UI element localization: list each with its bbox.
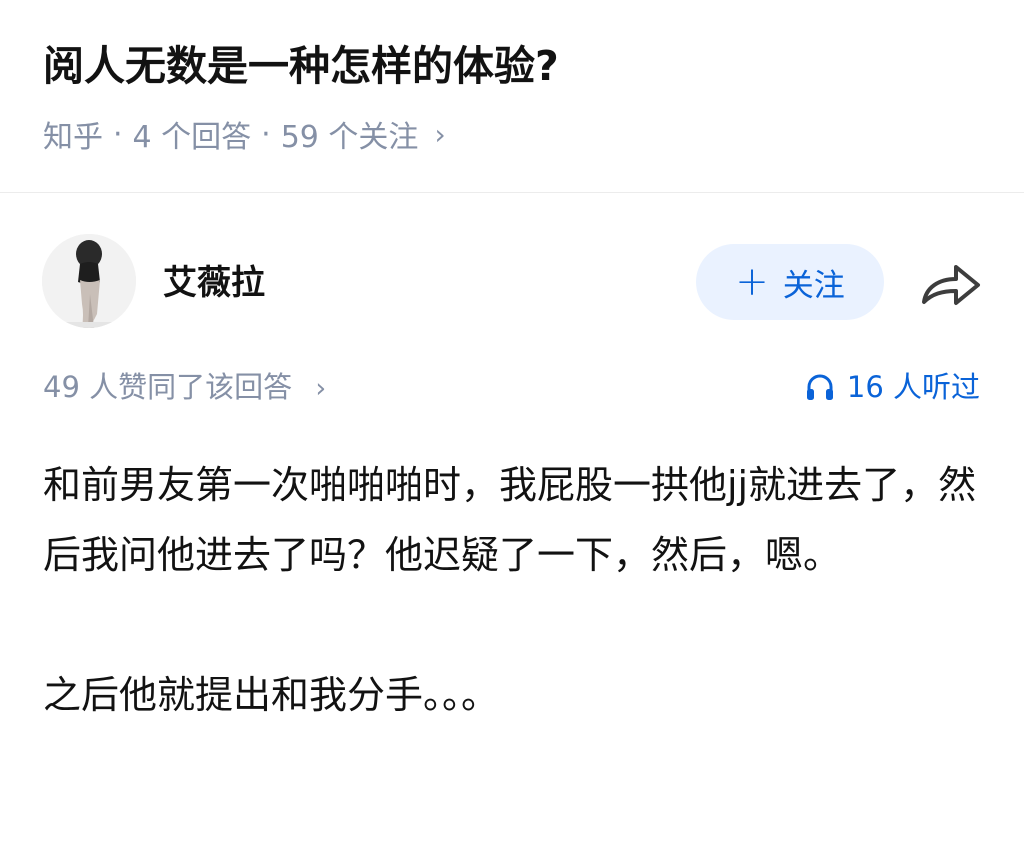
answer-page: 阅人无数是一种怎样的体验? 知乎 · 4 个回答 · 59 个关注 › 艾薇拉 …: [0, 0, 1024, 868]
approvals-link[interactable]: 49 人赞同了该回答 ›: [43, 364, 326, 412]
answer-count: 4 个回答: [132, 120, 252, 155]
avatar-photo-icon: [42, 234, 136, 328]
plus-icon: +: [735, 259, 769, 305]
meta-separator: ·: [261, 116, 271, 152]
meta-separator: ·: [113, 116, 123, 152]
answer-content: 和前男友第一次啪啪啪时，我屁股一拱他jj就进去了，然后我问他进去了吗？他迟疑了一…: [43, 450, 983, 730]
headphones-icon: [806, 374, 833, 400]
follower-count: 59 个关注: [280, 120, 419, 155]
question-meta[interactable]: 知乎 · 4 个回答 · 59 个关注 ›: [43, 112, 446, 156]
share-button[interactable]: [920, 262, 982, 308]
chevron-right-icon: ›: [434, 117, 446, 151]
follow-label: 关注: [782, 267, 845, 304]
approvals-text: 49 人赞同了该回答: [43, 370, 293, 404]
follow-button[interactable]: + 关注: [696, 244, 884, 320]
question-title[interactable]: 阅人无数是一种怎样的体验?: [43, 36, 559, 96]
source-label: 知乎: [43, 120, 103, 155]
listen-button[interactable]: 16 人听过: [805, 364, 980, 410]
chevron-right-icon: ›: [315, 373, 327, 404]
share-icon: [922, 265, 980, 305]
avatar[interactable]: [42, 234, 136, 328]
answer-paragraph: 和前男友第一次啪啪啪时，我屁股一拱他jj就进去了，然后我问他进去了吗？他迟疑了一…: [43, 463, 977, 577]
answer-stats-row: 49 人赞同了该回答 › 16 人听过: [0, 364, 1024, 410]
listen-count: 16 人听过: [846, 370, 980, 404]
author-row: 艾薇拉 + 关注: [0, 232, 1024, 332]
answer-paragraph: 之后他就提出和我分手。。。: [43, 673, 500, 717]
author-name[interactable]: 艾薇拉: [163, 260, 265, 306]
question-header: 阅人无数是一种怎样的体验? 知乎 · 4 个回答 · 59 个关注 ›: [0, 0, 1024, 193]
